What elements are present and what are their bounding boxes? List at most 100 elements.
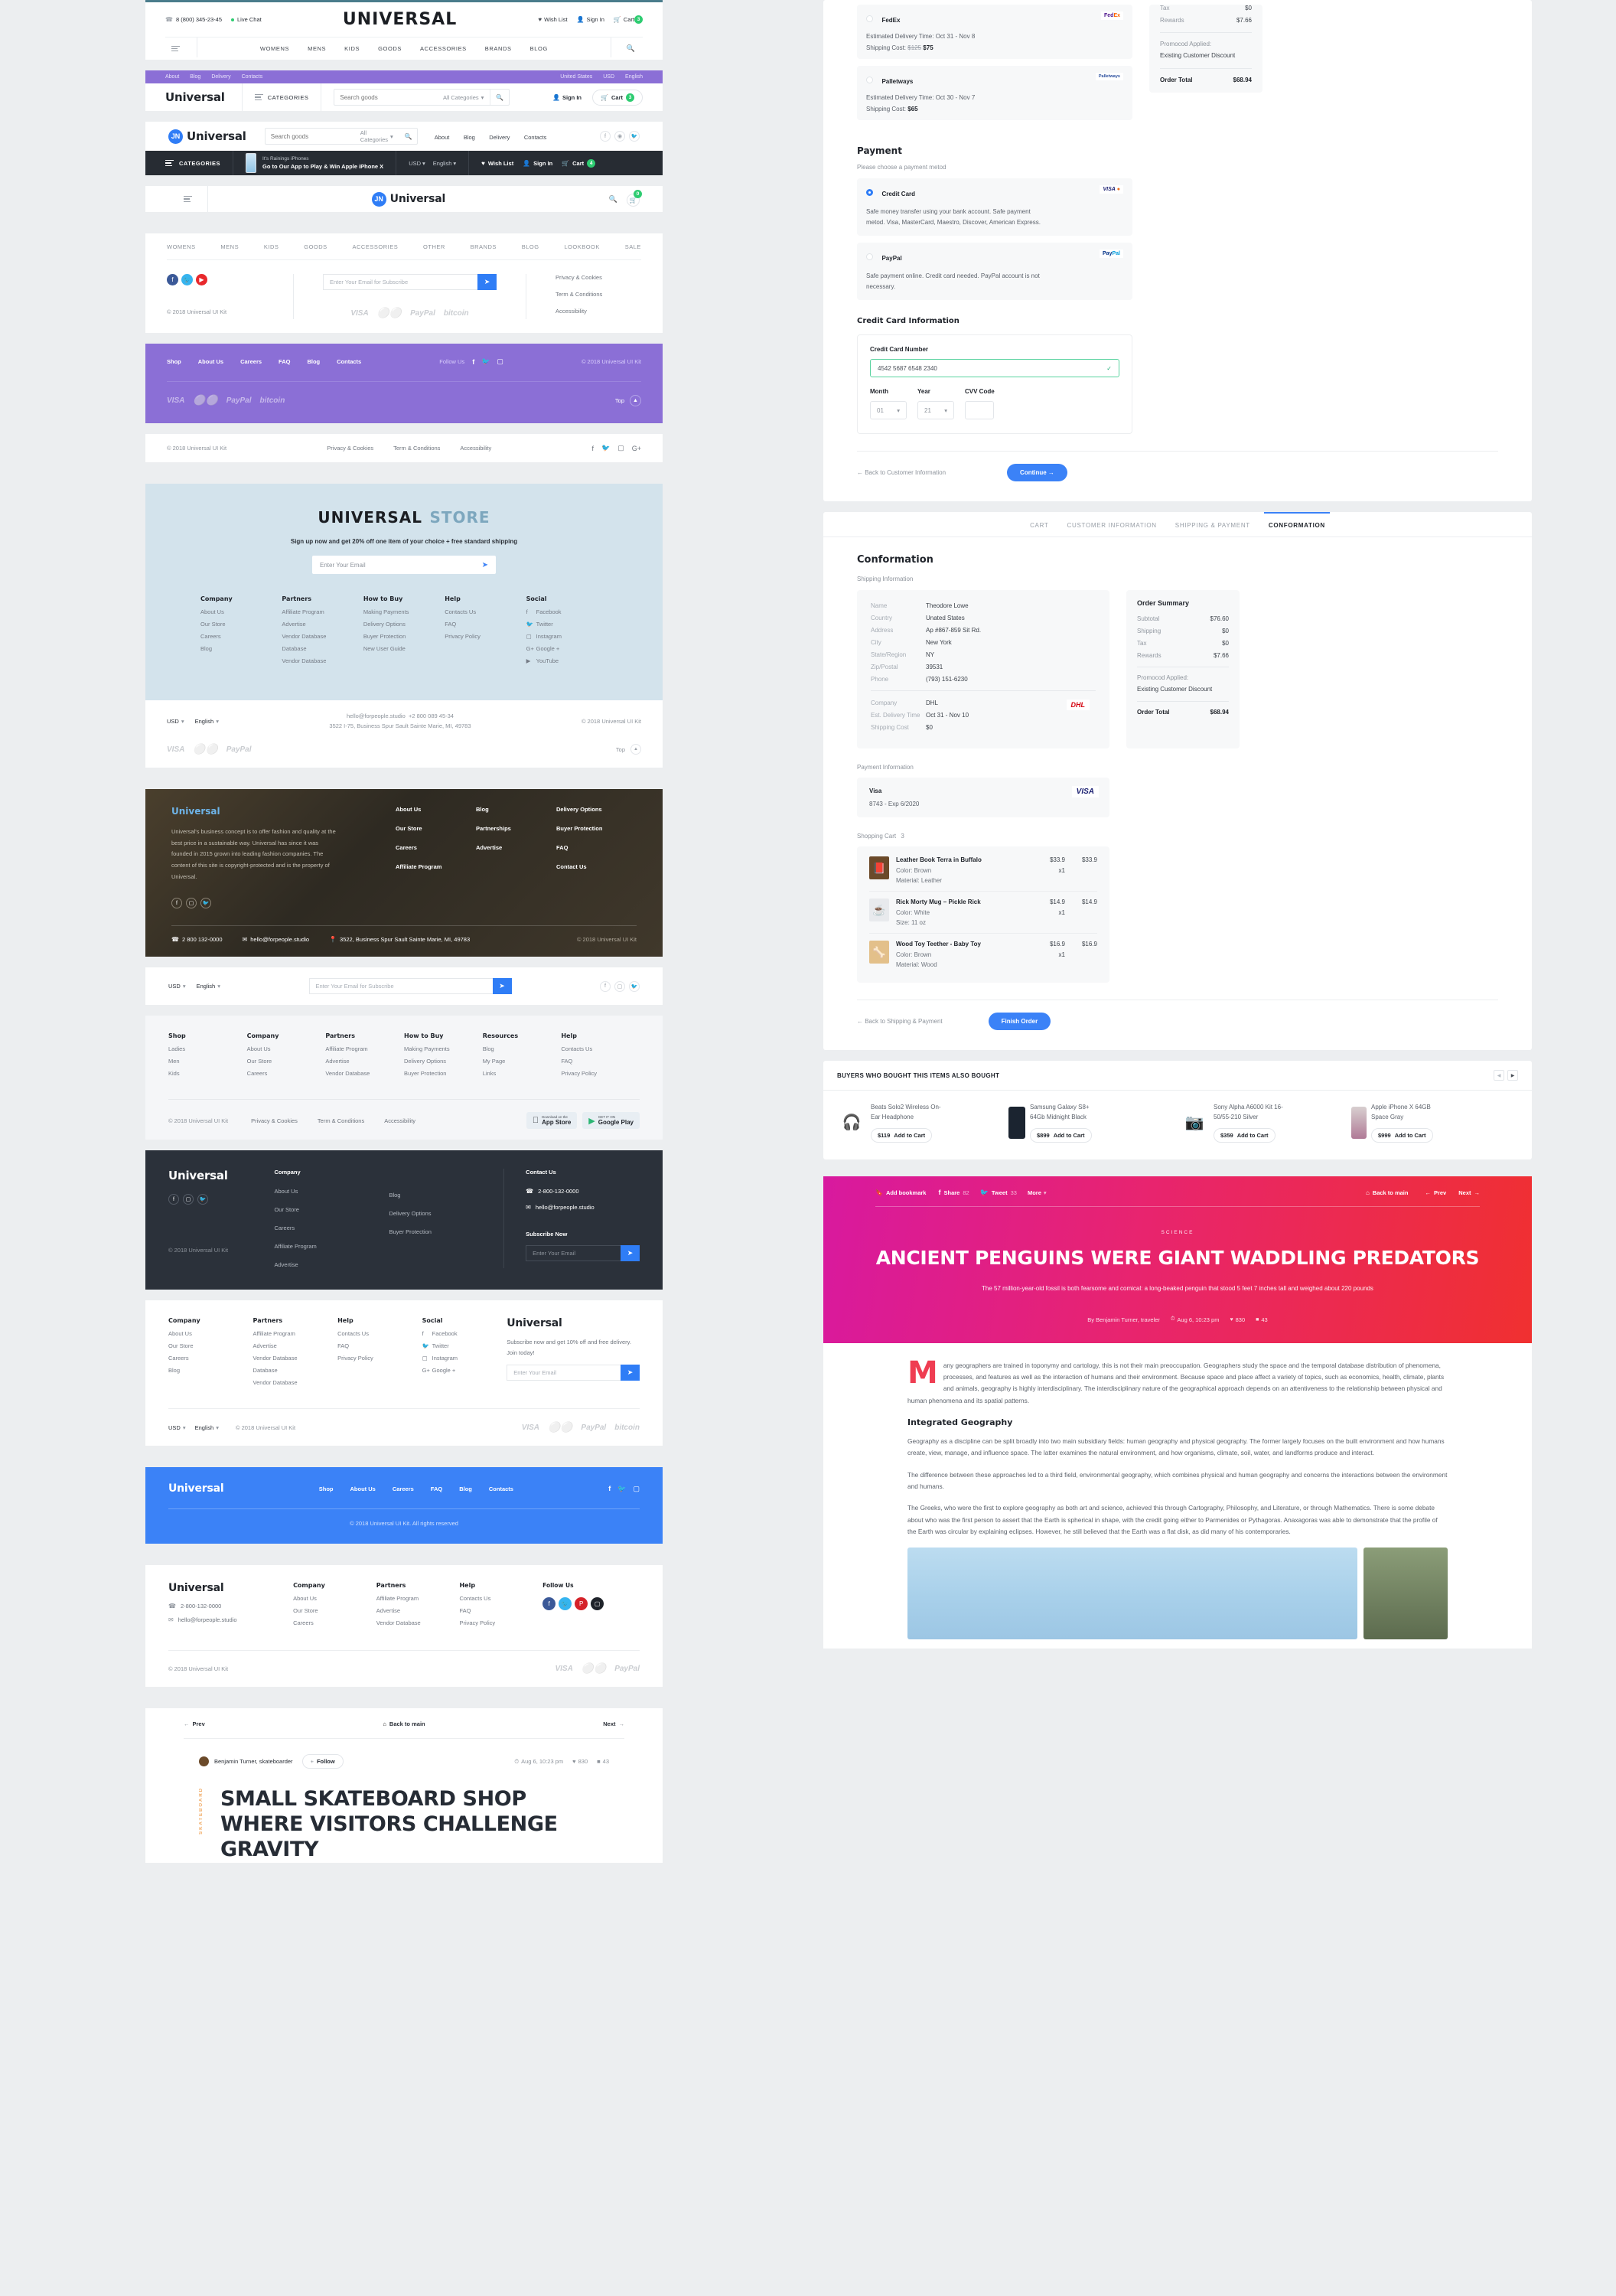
search-icon[interactable]: 🔍: [490, 94, 509, 101]
top-label[interactable]: Top: [615, 397, 624, 404]
footer-nav-item[interactable]: SALE: [625, 243, 641, 250]
column-link[interactable]: Kids: [168, 1070, 247, 1077]
footer-nav-item[interactable]: WOMENS: [167, 243, 196, 250]
column-link[interactable]: FAQ: [561, 1058, 640, 1065]
facebook-icon[interactable]: f: [167, 274, 178, 285]
carousel-next-button[interactable]: ▶: [1507, 1070, 1518, 1081]
footer-link[interactable]: Accessibility: [460, 445, 491, 452]
promo-big-text[interactable]: Go to Our App to Play & Win Apple iPhone…: [262, 163, 383, 170]
twitter-icon[interactable]: 🐦: [601, 444, 610, 452]
column-link[interactable]: FAQ: [445, 621, 526, 628]
column-link[interactable]: Careers: [200, 633, 282, 640]
column-link[interactable]: Privacy Policy: [337, 1355, 422, 1362]
subscribe-input[interactable]: Enter Your Email: [507, 1365, 621, 1381]
product-name[interactable]: Wood Toy Teether - Baby Toy: [896, 941, 1030, 947]
payment-method[interactable]: Credit Card VISA ● Safe money transfer u…: [857, 178, 1132, 236]
footer-link[interactable]: Privacy & Cookies: [556, 274, 641, 281]
twitter-icon[interactable]: 🐦: [181, 274, 193, 285]
column-link[interactable]: Contacts Us: [561, 1045, 640, 1052]
currency-selector[interactable]: USD: [168, 983, 181, 990]
twitter-icon[interactable]: 🐦: [559, 1597, 572, 1611]
column-link[interactable]: G+ Google +: [422, 1367, 507, 1374]
column-link[interactable]: About Us: [293, 1595, 376, 1602]
footer-link[interactable]: Accessibility: [384, 1117, 415, 1124]
add-to-cart-button[interactable]: $999 Add to Cart: [1371, 1127, 1433, 1143]
column-link[interactable]: Vendor Database: [282, 633, 363, 640]
nav-item[interactable]: About: [435, 134, 450, 141]
store-email-form[interactable]: Enter Your Email ➤: [312, 556, 496, 574]
column-link[interactable]: Careers: [168, 1355, 253, 1362]
follow-button[interactable]: + Follow: [301, 1754, 344, 1769]
nav-item[interactable]: MENS: [308, 45, 326, 52]
search-box[interactable]: All Categories ▾ 🔍: [264, 128, 418, 145]
instagram-icon[interactable]: ▢: [497, 357, 503, 366]
footer-nav-item[interactable]: ACCESSORIES: [353, 243, 399, 250]
column-link[interactable]: Advertise: [282, 621, 363, 628]
currency-selector[interactable]: USD: [167, 718, 179, 725]
instagram-icon[interactable]: ▢: [186, 898, 197, 909]
search-input[interactable]: [265, 132, 360, 140]
footer-link[interactable]: Accessibility: [556, 308, 641, 315]
column-link[interactable]: Delivery Options: [363, 621, 445, 628]
subscribe-send-button[interactable]: ➤: [621, 1245, 640, 1262]
footer-link[interactable]: Term & Conditions: [556, 291, 641, 298]
google-play-badge[interactable]: ▶ GET IT ON Google Play: [582, 1112, 640, 1130]
footer-nav-item[interactable]: Careers: [240, 358, 262, 365]
language-selector[interactable]: English: [625, 74, 643, 80]
contact-email[interactable]: hello@forpeople.studio: [178, 1616, 237, 1623]
subscribe-input[interactable]: Enter Your Email: [526, 1245, 621, 1262]
back-link[interactable]: ← Back to Customer Information: [857, 469, 946, 476]
column-link[interactable]: Buyer Protection: [404, 1070, 483, 1077]
email-input[interactable]: Enter Your Email: [320, 562, 366, 569]
cart-link[interactable]: Cart: [624, 16, 634, 23]
contact-email[interactable]: hello@forpeople.studio: [536, 1204, 595, 1211]
finish-order-button[interactable]: Finish Order: [988, 1013, 1051, 1030]
footer-nav-item[interactable]: FAQ: [431, 1486, 442, 1492]
shipping-option[interactable]: FedEx FedEx Estimated Delivery Time: Oct…: [857, 5, 1132, 59]
prev-button[interactable]: Prev: [193, 1720, 205, 1727]
product-card[interactable]: Apple iPhone X 64GB Space Gray $999 Add t…: [1351, 1103, 1518, 1143]
column-link[interactable]: Blog: [168, 1367, 253, 1374]
column-link[interactable]: About Us: [247, 1045, 326, 1052]
twitter-icon[interactable]: 🐦: [481, 357, 490, 366]
tweet-button[interactable]: Tweet: [992, 1189, 1008, 1196]
footer-nav-item[interactable]: BLOG: [522, 243, 539, 250]
column-link[interactable]: Careers: [293, 1619, 376, 1626]
next-button[interactable]: Next: [1458, 1189, 1471, 1196]
column-link[interactable]: Privacy Policy: [561, 1070, 640, 1077]
nav-item[interactable]: Blog: [464, 134, 475, 141]
nav-item[interactable]: WOMENS: [260, 45, 289, 52]
instagram-icon[interactable]: ◉: [614, 131, 625, 142]
subscribe-send-icon[interactable]: ➤: [482, 561, 488, 569]
footer-link[interactable]: Advertise: [476, 844, 556, 851]
all-categories-dropdown[interactable]: All Categories: [443, 94, 479, 101]
column-link[interactable]: My Page: [483, 1058, 562, 1065]
footer-nav-item[interactable]: BRANDS: [471, 243, 497, 250]
column-link[interactable]: Blog: [200, 645, 282, 652]
column-link[interactable]: Vendor Database: [282, 657, 363, 664]
nav-item[interactable]: ACCESSORIES: [420, 45, 467, 52]
column-link[interactable]: Privacy Policy: [459, 1619, 542, 1626]
facebook-icon[interactable]: f: [600, 131, 611, 142]
product-card[interactable]: 📷 Sony Alpha A6000 Kit 16-50/55-210 Silv…: [1180, 1103, 1347, 1143]
column-link[interactable]: Advertise: [376, 1607, 460, 1614]
column-link[interactable]: ▢ Instagram: [422, 1355, 507, 1362]
cart-button[interactable]: 🛒 Cart 3: [592, 89, 643, 106]
subscribe-input[interactable]: Enter Your Email for Subscribe: [308, 978, 493, 995]
footer-nav-item[interactable]: Shop: [167, 358, 181, 365]
subscribe-send-button[interactable]: ➤: [492, 978, 512, 995]
shipping-radio[interactable]: [866, 15, 873, 23]
carousel-prev-button[interactable]: ◀: [1494, 1070, 1504, 1081]
tab-customer-information[interactable]: CUSTOMER INFORMATION: [1067, 522, 1157, 529]
twitter-icon[interactable]: 🐦: [197, 1194, 208, 1205]
footer-link[interactable]: About Us: [396, 806, 476, 813]
live-chat-link[interactable]: Live Chat: [237, 16, 262, 23]
column-link[interactable]: G+ Google +: [526, 645, 608, 652]
brand-logo[interactable]: Universal: [168, 1482, 224, 1495]
instagram-icon[interactable]: ▢: [183, 1194, 194, 1205]
language-selector[interactable]: English: [195, 1424, 214, 1431]
util-link[interactable]: Delivery: [211, 74, 230, 80]
scroll-top-button[interactable]: ▲: [630, 744, 641, 755]
footer-nav-item[interactable]: Shop: [319, 1486, 334, 1492]
column-link[interactable]: Vendor Database: [325, 1070, 404, 1077]
